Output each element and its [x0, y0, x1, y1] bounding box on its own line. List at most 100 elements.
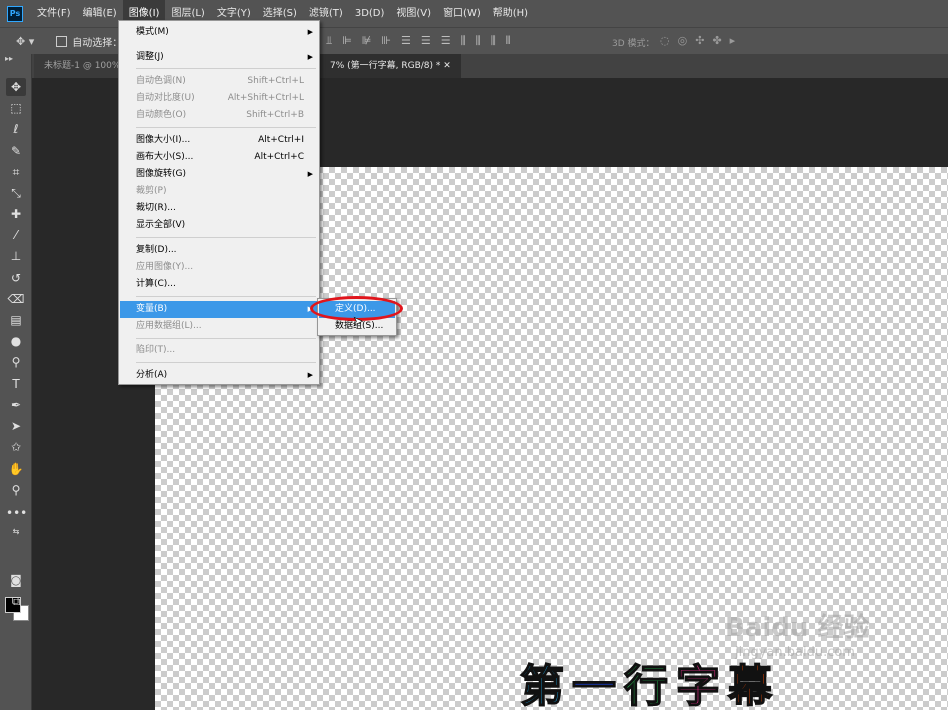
history-brush-tool-icon[interactable]: ↺ [6, 269, 26, 287]
distribute-right-icon[interactable]: ⫼ [491, 34, 496, 48]
healing-brush-tool-icon[interactable]: ✚ [6, 205, 26, 223]
tab-close-icon[interactable]: ✕ [443, 61, 451, 71]
menu-separator [136, 127, 316, 128]
distribute-hcenter-icon[interactable]: ⫼ [476, 34, 481, 48]
marquee-tool-icon[interactable]: ⬚ [6, 99, 26, 117]
subtitle-text: 第 一 行 字 幕 [519, 660, 773, 710]
mode-3d-label: 3D 模式： [612, 39, 655, 49]
path-selection-tool-icon[interactable]: ➤ [6, 417, 26, 435]
tab-active-document[interactable]: 7% (第一行字幕, RGB/8) * ✕ [320, 54, 461, 78]
auto-select-checkbox[interactable] [56, 35, 68, 47]
menu-item-trap[interactable]: 陷印(T)... [120, 342, 318, 359]
shape-tool-icon[interactable]: ✩ [6, 438, 26, 456]
slide-3d-icon[interactable]: ✤ [712, 34, 721, 47]
menu-item-auto-tone[interactable]: 自动色调(N) Shift+Ctrl+L [120, 73, 318, 90]
menu-view[interactable]: 视图(V) [390, 0, 437, 27]
roll-3d-icon[interactable]: ◎ [678, 34, 688, 47]
menu-item-label: 图像大小(I)... [136, 135, 191, 145]
watermark-main: Baidu 经验 [725, 613, 870, 643]
more-tools-icon[interactable]: ••• [6, 504, 27, 522]
type-tool-icon[interactable]: T [6, 375, 26, 393]
align-right-icon[interactable]: ⊪ [381, 34, 391, 48]
scale-3d-icon[interactable]: ▸ [730, 34, 736, 47]
menu-item-calculations[interactable]: 计算(C)... [120, 276, 318, 293]
quick-mask-icon[interactable]: ◙ [6, 571, 26, 589]
menu-item-label: 陷印(T)... [136, 345, 176, 355]
menu-item-mode[interactable]: 模式(M) ▶ [120, 24, 318, 41]
menu-item-label: 画布大小(S)... [136, 152, 194, 162]
auto-align-icon[interactable]: ⫴ [506, 34, 511, 48]
menu-item-variables[interactable]: 变量(B) ▶ [120, 301, 318, 318]
menu-item-label: 自动对比度(U) [136, 93, 195, 103]
menu-item-duplicate[interactable]: 复制(D)... [120, 242, 318, 259]
menu-item-auto-color[interactable]: 自动颜色(O) Shift+Ctrl+B [120, 107, 318, 124]
menu-item-shortcut: Shift+Ctrl+L [247, 76, 304, 86]
dodge-tool-icon[interactable]: ⚲ [6, 353, 26, 371]
move-tool-icon[interactable]: ✥ [6, 78, 26, 96]
menu-3d[interactable]: 3D(D) [349, 0, 391, 27]
eraser-tool-icon[interactable]: ⌫ [6, 290, 26, 308]
menu-item-apply-data-set[interactable]: 应用数据组(L)... [120, 318, 318, 335]
menu-item-label: 裁剪(P) [136, 186, 167, 196]
quick-select-tool-icon[interactable]: ✎ [6, 142, 26, 160]
blur-tool-icon[interactable]: ● [6, 332, 26, 350]
tab-active-label: 7% (第一行字幕, RGB/8) * [330, 61, 441, 71]
move-icon[interactable]: ✥ ▾ [16, 35, 34, 48]
submenu-arrow-icon: ▶ [307, 53, 313, 61]
mouse-cursor-icon: ➤ [353, 314, 364, 329]
menu-item-shortcut: Shift+Ctrl+B [246, 110, 304, 120]
orbit-3d-icon[interactable]: ◌ [660, 34, 670, 47]
menu-item-label: 分析(A) [136, 370, 168, 380]
pen-tool-icon[interactable]: ✒ [6, 396, 26, 414]
distribute-bottom-icon[interactable]: ☰ [441, 34, 451, 48]
menu-item-shortcut: Alt+Shift+Ctrl+L [227, 93, 304, 103]
menu-item-shortcut: Alt+Ctrl+I [258, 135, 304, 145]
clone-stamp-tool-icon[interactable]: ⊥ [6, 247, 26, 265]
menu-item-label: 调整(J) [136, 52, 164, 62]
menu-item-image-rotation[interactable]: 图像旋转(G) ▶ [120, 166, 318, 183]
screen-mode-icon[interactable]: ⧉ [6, 592, 26, 610]
menu-window[interactable]: 窗口(W) [437, 0, 487, 27]
menu-item-adjustments[interactable]: 调整(J) ▶ [120, 49, 318, 66]
subtitle-char: 第 [519, 660, 565, 710]
watermark-sub: jingyan.baidu.com [735, 645, 855, 660]
align-left-icon[interactable]: ⊫ [342, 34, 352, 48]
menu-item-trim[interactable]: 裁切(R)... [120, 200, 318, 217]
distribute-left-icon[interactable]: ⫼ [461, 34, 466, 48]
menu-item-crop[interactable]: 裁剪(P) [120, 183, 318, 200]
menu-item-auto-contrast[interactable]: 自动对比度(U) Alt+Shift+Ctrl+L [120, 90, 318, 107]
distribute-top-icon[interactable]: ☰ [401, 34, 411, 48]
menu-item-label: 模式(M) [136, 27, 169, 37]
gradient-tool-icon[interactable]: ▤ [6, 311, 26, 329]
menu-item-image-size[interactable]: 图像大小(I)... Alt+Ctrl+I [120, 132, 318, 149]
menu-item-label: 应用数据组(L)... [136, 321, 202, 331]
menu-separator [136, 362, 316, 363]
submenu-arrow-icon: ▶ [307, 28, 313, 36]
eyedropper-tool-icon[interactable]: ⤡ [6, 184, 26, 202]
hand-tool-icon[interactable]: ✋ [6, 460, 26, 478]
menu-separator [136, 338, 316, 339]
align-bottom-icon[interactable]: ⫫ [326, 34, 332, 48]
menu-item-analysis[interactable]: 分析(A) ▶ [120, 367, 318, 384]
align-center-icon[interactable]: ⊯ [362, 34, 372, 48]
distribute-middle-icon[interactable]: ☰ [421, 34, 431, 48]
menu-item-label: 自动颜色(O) [136, 110, 187, 120]
swap-colors-icon[interactable]: ⇆ [6, 523, 26, 541]
tools-panel: ▸▸ ✥ ⬚ ℓ ✎ ⌗ ⤡ ✚ ⁄ ⊥ ↺ ⌫ ▤ ● ⚲ T ✒ ➤ ✩ ✋… [0, 54, 32, 710]
menu-help[interactable]: 帮助(H) [487, 0, 534, 27]
menu-edit[interactable]: 编辑(E) [77, 0, 123, 27]
menu-item-reveal-all[interactable]: 显示全部(V) [120, 217, 318, 234]
pan-3d-icon[interactable]: ✣ [695, 34, 704, 47]
subtitle-char: 一 [571, 660, 617, 710]
menu-item-label: 变量(B) [136, 304, 168, 314]
menu-item-apply-image[interactable]: 应用图像(Y)... [120, 259, 318, 276]
brush-tool-icon[interactable]: ⁄ [6, 226, 26, 244]
menu-file[interactable]: 文件(F) [31, 0, 77, 27]
menu-item-canvas-size[interactable]: 画布大小(S)... Alt+Ctrl+C [120, 149, 318, 166]
lasso-tool-icon[interactable]: ℓ [6, 120, 26, 138]
menu-item-label: 计算(C)... [136, 279, 176, 289]
menu-separator [136, 296, 316, 297]
crop-tool-icon[interactable]: ⌗ [6, 163, 26, 181]
collapse-arrows-icon[interactable]: ▸▸ [5, 54, 13, 63]
zoom-tool-icon[interactable]: ⚲ [6, 481, 26, 499]
